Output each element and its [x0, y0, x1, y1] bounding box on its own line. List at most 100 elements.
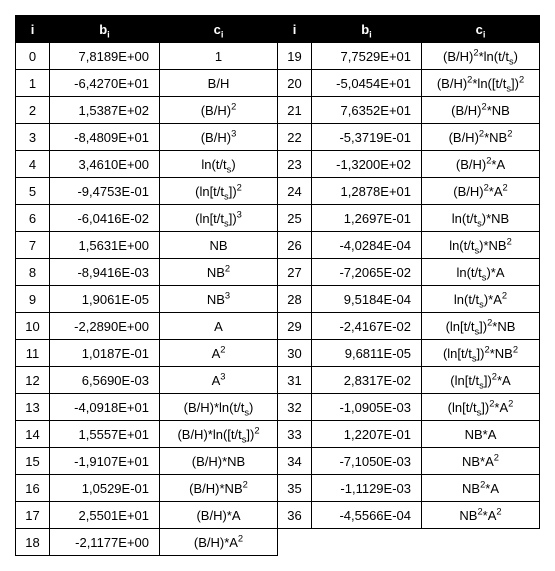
cell-b: 1,9061E-05 — [50, 286, 160, 313]
cell-b: -7,1050E-03 — [312, 448, 422, 475]
cell-i: 34 — [278, 448, 312, 475]
col-i: i — [278, 16, 312, 43]
cell-c: (B/H)*NB2 — [160, 475, 278, 502]
cell-c: ln(t/ts)*NB — [422, 205, 540, 232]
cell-c: (B/H)2*ln([t/ts])2 — [422, 70, 540, 97]
cell-c: B/H — [160, 70, 278, 97]
cell-c: (B/H)2*A — [422, 151, 540, 178]
cell-c: (B/H)2 — [160, 97, 278, 124]
table-row: 5-9,4753E-01(ln[t/ts])2241,2878E+01(B/H)… — [16, 178, 540, 205]
cell-b: 1,5631E+00 — [50, 232, 160, 259]
cell-i: 8 — [16, 259, 50, 286]
cell-c: (B/H)2*ln(t/ts) — [422, 43, 540, 70]
cell-i: 11 — [16, 340, 50, 367]
table-row: 91,9061E-05NB3289,5184E-04ln(t/ts)*A2 — [16, 286, 540, 313]
cell-i: 13 — [16, 394, 50, 421]
cell-b: -4,0918E+01 — [50, 394, 160, 421]
cell-c: (B/H)2*A2 — [422, 178, 540, 205]
coefficient-table: i bi ci i bi ci 07,8189E+001197,7529E+01… — [15, 15, 540, 556]
table-row: 141,5557E+01(B/H)*ln([t/ts])2331,2207E-0… — [16, 421, 540, 448]
cell-c: (ln[t/ts])2*A2 — [422, 394, 540, 421]
table-row: 126,5690E-03A3312,8317E-02(ln[t/ts])2*A — [16, 367, 540, 394]
table-row: 18-2,1177E+00(B/H)*A2 — [16, 529, 540, 556]
table-row: 8-8,9416E-03NB227-7,2065E-02ln(t/ts)*A — [16, 259, 540, 286]
cell-c: ln(t/ts)*A2 — [422, 286, 540, 313]
cell-b: -7,2065E-02 — [312, 259, 422, 286]
cell-b: 2,5501E+01 — [50, 502, 160, 529]
cell-b: 6,5690E-03 — [50, 367, 160, 394]
cell-c: 1 — [160, 43, 278, 70]
cell-i: 33 — [278, 421, 312, 448]
cell-c: A3 — [160, 367, 278, 394]
cell-i: 35 — [278, 475, 312, 502]
cell-c: (B/H)2*NB — [422, 97, 540, 124]
cell-i: 29 — [278, 313, 312, 340]
table-row: 07,8189E+001197,7529E+01(B/H)2*ln(t/ts) — [16, 43, 540, 70]
cell-c: ln(t/ts)*NB2 — [422, 232, 540, 259]
cell-i: 27 — [278, 259, 312, 286]
cell-c: (ln[t/ts])3 — [160, 205, 278, 232]
cell-i: 7 — [16, 232, 50, 259]
cell-b: 1,5387E+02 — [50, 97, 160, 124]
cell-b: -6,4270E+01 — [50, 70, 160, 97]
cell-i: 4 — [16, 151, 50, 178]
cell-c: (ln[t/ts])2*NB — [422, 313, 540, 340]
cell-b: 7,8189E+00 — [50, 43, 160, 70]
col-ci: ci — [160, 16, 278, 43]
cell-c: NB2*A2 — [422, 502, 540, 529]
cell-b: -1,9107E+01 — [50, 448, 160, 475]
cell-b: -4,0284E-04 — [312, 232, 422, 259]
cell-b: 1,5557E+01 — [50, 421, 160, 448]
cell-i: 12 — [16, 367, 50, 394]
table-row: 15-1,9107E+01(B/H)*NB34-7,1050E-03NB*A2 — [16, 448, 540, 475]
cell-b: -4,5566E-04 — [312, 502, 422, 529]
cell-b: 1,0187E-01 — [50, 340, 160, 367]
cell-i: 2 — [16, 97, 50, 124]
col-bi: bi — [312, 16, 422, 43]
cell-b: -2,2890E+00 — [50, 313, 160, 340]
cell-c: NB2*A — [422, 475, 540, 502]
table-row: 1-6,4270E+01B/H20-5,0454E+01(B/H)2*ln([t… — [16, 70, 540, 97]
cell-i: 15 — [16, 448, 50, 475]
cell-i: 19 — [278, 43, 312, 70]
cell-i: 17 — [16, 502, 50, 529]
cell-i: 21 — [278, 97, 312, 124]
table-row: 6-6,0416E-02(ln[t/ts])3251,2697E-01ln(t/… — [16, 205, 540, 232]
cell-c: (ln[t/ts])2 — [160, 178, 278, 205]
cell-c: NB*A2 — [422, 448, 540, 475]
cell-c: ln(t/ts) — [160, 151, 278, 178]
cell-b: 9,5184E-04 — [312, 286, 422, 313]
cell-b: -2,1177E+00 — [50, 529, 160, 556]
cell-i: 26 — [278, 232, 312, 259]
cell-i: 24 — [278, 178, 312, 205]
cell-b: -5,3719E-01 — [312, 124, 422, 151]
cell-i: 14 — [16, 421, 50, 448]
cell-i: 0 — [16, 43, 50, 70]
cell-i: 28 — [278, 286, 312, 313]
header-row: i bi ci i bi ci — [16, 16, 540, 43]
cell-b: -8,9416E-03 — [50, 259, 160, 286]
cell-c: (B/H)2*NB2 — [422, 124, 540, 151]
table-row: 43,4610E+00ln(t/ts)23-1,3200E+02(B/H)2*A — [16, 151, 540, 178]
col-ci: ci — [422, 16, 540, 43]
cell-i: 30 — [278, 340, 312, 367]
table-row: 71,5631E+00NB26-4,0284E-04ln(t/ts)*NB2 — [16, 232, 540, 259]
cell-i: 25 — [278, 205, 312, 232]
table-row: 13-4,0918E+01(B/H)*ln(t/ts)32-1,0905E-03… — [16, 394, 540, 421]
table-row: 3-8,4809E+01(B/H)322-5,3719E-01(B/H)2*NB… — [16, 124, 540, 151]
cell-b: -2,4167E-02 — [312, 313, 422, 340]
cell-i: 6 — [16, 205, 50, 232]
cell-c: (B/H)*A2 — [160, 529, 278, 556]
cell-i: 10 — [16, 313, 50, 340]
cell-c: ln(t/ts)*A — [422, 259, 540, 286]
cell-b: -6,0416E-02 — [50, 205, 160, 232]
table-row: 172,5501E+01(B/H)*A36-4,5566E-04NB2*A2 — [16, 502, 540, 529]
cell-c: NB3 — [160, 286, 278, 313]
col-i: i — [16, 16, 50, 43]
cell-b: -8,4809E+01 — [50, 124, 160, 151]
cell-i: 9 — [16, 286, 50, 313]
cell-c: NB*A — [422, 421, 540, 448]
cell-c: A — [160, 313, 278, 340]
cell-c: (B/H)*ln([t/ts])2 — [160, 421, 278, 448]
cell-b: 7,6352E+01 — [312, 97, 422, 124]
